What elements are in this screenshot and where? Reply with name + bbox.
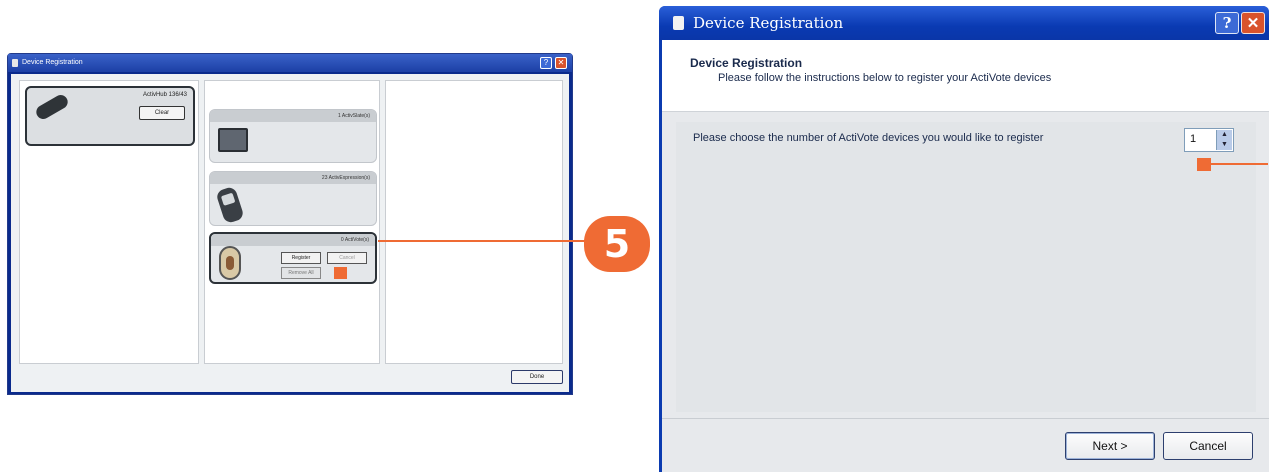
next-button[interactable]: Next > <box>1065 432 1155 460</box>
window-body: Device Registration Please follow the in… <box>662 40 1269 472</box>
callout-line-left <box>378 240 586 242</box>
help-button[interactable]: ? <box>1215 12 1239 34</box>
title-bar: Device Registration ? ✕ <box>659 6 1269 40</box>
small-window-body: ActivHub 136/43 Clear 1 ActivSlate(s) 23… <box>11 74 569 392</box>
spinner-arrows-icon[interactable]: ▲ ▼ <box>1216 130 1232 150</box>
wizard-subtitle: Please follow the instructions below to … <box>718 72 1052 84</box>
button-divider <box>662 418 1269 419</box>
activhub-card[interactable]: ActivHub 136/43 Clear <box>25 86 195 146</box>
done-button[interactable]: Done <box>511 370 563 384</box>
activexpression-card[interactable]: 23 ActivExpression(s) <box>209 171 377 226</box>
activslate-card[interactable]: 1 ActivSlate(s) <box>209 109 377 163</box>
activexpression-label: 23 ActivExpression(s) <box>210 172 376 184</box>
callout-line-right <box>1210 163 1268 165</box>
device-registration-window-small: Device Registration ? ✕ ActivHub 136/43 … <box>7 53 573 395</box>
activslate-label: 1 ActivSlate(s) <box>210 110 376 122</box>
cancel-button[interactable]: Cancel <box>1163 432 1253 460</box>
activslate-icon <box>218 128 248 152</box>
window-icon <box>673 16 684 30</box>
callout-marker <box>1197 158 1211 171</box>
hub-label: ActivHub 136/43 <box>142 92 187 98</box>
wizard-header: Device Registration Please follow the in… <box>662 40 1269 112</box>
wizard-title: Device Registration <box>690 56 803 70</box>
cancel-button-small[interactable]: Cancel <box>327 252 367 264</box>
activote-icon <box>219 246 241 280</box>
small-help-button[interactable]: ? <box>540 57 552 69</box>
small-close-button[interactable]: ✕ <box>555 57 567 69</box>
spinner-value[interactable]: 1 <box>1190 133 1196 145</box>
activote-card[interactable]: 0 ActiVote(s) Register Cancel Remove All <box>209 232 377 284</box>
usb-hub-icon <box>33 92 71 122</box>
small-title-bar: Device Registration ? ✕ <box>8 54 572 72</box>
activote-label: 0 ActiVote(s) <box>211 234 375 246</box>
activexpression-icon <box>215 185 245 225</box>
device-registration-window: Device Registration ? ✕ Device Registrat… <box>659 6 1269 472</box>
tutorial-illustration: Device Registration ? ✕ ActivHub 136/43 … <box>0 0 1269 472</box>
clear-button[interactable]: Clear <box>139 106 185 120</box>
device-count-prompt: Please choose the number of ActiVote dev… <box>693 132 1044 144</box>
step-number-badge: 5 <box>584 216 650 272</box>
window-title: Device Registration <box>693 14 844 32</box>
register-button[interactable]: Register <box>281 252 321 264</box>
window-icon <box>12 59 18 67</box>
device-count-spinner[interactable]: 1 ▲ ▼ <box>1184 128 1234 152</box>
detail-column <box>385 80 563 364</box>
close-button[interactable]: ✕ <box>1241 12 1265 34</box>
remove-all-button[interactable]: Remove All <box>281 267 321 279</box>
small-window-title: Device Registration <box>22 59 83 66</box>
wizard-content-panel <box>676 122 1256 412</box>
callout-marker-small <box>334 267 347 279</box>
